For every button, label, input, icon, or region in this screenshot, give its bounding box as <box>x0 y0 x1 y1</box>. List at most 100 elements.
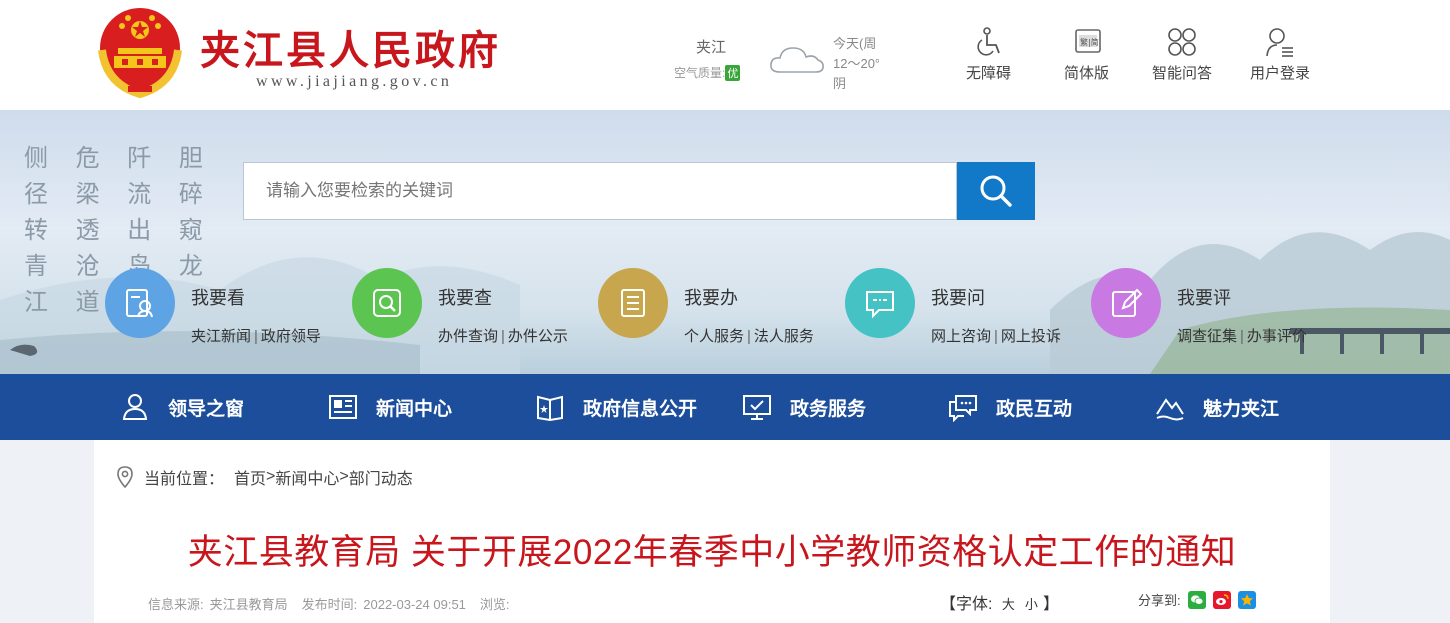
service-evaluate-links: 调查征集 | 办事评价 <box>1177 328 1307 345</box>
service-ask-title[interactable]: 我要问 <box>931 284 985 310</box>
service-link[interactable]: 办事评价 <box>1247 328 1307 345</box>
breadcrumb-separator: > <box>339 468 349 485</box>
handle-icon <box>621 289 645 317</box>
font-small-button[interactable]: 小 <box>1025 597 1038 612</box>
nav-item-label: 魅力夹江 <box>1203 398 1280 420</box>
nav-item-label: 政务服务 <box>790 398 867 420</box>
service-query-title[interactable]: 我要查 <box>438 284 492 310</box>
service-link[interactable]: 办件公示 <box>508 328 568 345</box>
charm-icon <box>1156 398 1184 421</box>
simplified-link[interactable]: 繁|简 简体版 <box>1064 26 1109 83</box>
service-link[interactable]: 网上咨询 <box>931 328 991 345</box>
nav-item-label: 新闻中心 <box>376 398 453 420</box>
breadcrumb-label: 当前位置： <box>144 471 225 488</box>
national-emblem-logo[interactable] <box>92 4 188 100</box>
air-quality-label: 空气质量: <box>674 66 726 80</box>
smart-qa-link[interactable]: 智能问答 <box>1152 26 1212 83</box>
service-handle-circle[interactable] <box>598 268 668 338</box>
news-icon <box>329 395 357 419</box>
wechat-icon <box>1190 594 1204 605</box>
search-icon <box>980 175 1012 207</box>
location-pin-icon <box>117 466 133 488</box>
service-link[interactable]: 夹江新闻 <box>191 328 251 345</box>
query-icon <box>373 289 401 317</box>
service-link[interactable]: 个人服务 <box>684 328 744 345</box>
smart-qa-label: 智能问答 <box>1152 65 1213 82</box>
user-login-label: 用户登录 <box>1250 65 1311 82</box>
service-link[interactable]: 政府领导 <box>261 328 321 345</box>
service-handle-links: 个人服务 | 法人服务 <box>684 328 814 345</box>
publish-date: 2022-03-24 09:51 <box>363 597 466 612</box>
qzone-icon <box>1240 593 1253 606</box>
air-quality-badge: 优 <box>725 65 741 81</box>
weather-day: 今天(周 <box>833 36 877 51</box>
site-title[interactable]: 夹江县人民政府 <box>200 18 501 76</box>
weather-city: 夹江 <box>696 39 727 56</box>
weibo-share-button[interactable] <box>1212 590 1231 609</box>
service-query-circle[interactable] <box>352 268 422 338</box>
site-url: www.jiajiang.gov.cn <box>256 73 453 90</box>
air-quality: 空气质量: 优 <box>674 64 741 81</box>
service-evaluate-circle[interactable] <box>1091 268 1161 338</box>
article-container: 当前位置： 首页 > 新闻中心 > 部门动态 夹江县教育局 关于开展2022年春季中小学… <box>94 440 1330 623</box>
service-read-circle[interactable] <box>105 268 175 338</box>
search-input[interactable] <box>243 162 957 220</box>
service-evaluate-title[interactable]: 我要评 <box>1177 284 1231 310</box>
weibo-icon <box>1215 593 1229 605</box>
service-ask-links: 网上咨询 | 网上投诉 <box>931 328 1061 345</box>
font-large-button[interactable]: 大 <box>1002 597 1015 612</box>
accessibility-icon <box>976 27 1000 56</box>
font-size-label: 【字体: <box>940 596 993 613</box>
poem-line: 径 梁 流 碎 <box>24 180 213 208</box>
nav-item-interaction[interactable]: 政民互动 <box>948 374 1072 440</box>
breadcrumb-news-center[interactable]: 新闻中心 <box>275 465 339 489</box>
svg-text:繁|简: 繁|简 <box>1080 37 1099 47</box>
site-header: 夹江县人民政府 www.jiajiang.gov.cn 夹江 空气质量: 优 今天… <box>0 0 1450 110</box>
poem-line: 侧 危 阡 胆 <box>24 144 213 172</box>
breadcrumb-home[interactable]: 首页 <box>234 465 266 489</box>
font-size-label-close: 】 <box>1042 596 1059 613</box>
service-handle-title[interactable]: 我要办 <box>684 284 738 310</box>
service-link[interactable]: 办件查询 <box>438 328 498 345</box>
leader-icon <box>122 394 148 420</box>
article-source: 夹江县教育局 <box>209 597 288 612</box>
interaction-icon <box>949 395 977 422</box>
main-nav: 领导之窗 新闻中心 政府信息公开 政务服务 政民互动 魅力夹江 <box>0 374 1450 440</box>
share-label: 分享到: <box>1138 593 1181 608</box>
banner: 侧 危 阡 胆径 梁 流 碎转 透 出 窥青 沧 岛 龙江 道 渴 我要看 夹江… <box>0 110 1450 374</box>
nav-item-info-disclosure[interactable]: 政府信息公开 <box>535 374 697 440</box>
views-label: 浏览: <box>479 597 510 612</box>
share-bar: 分享到: <box>1138 590 1256 609</box>
poem-line: 转 透 出 窥 <box>24 216 213 244</box>
breadcrumb: 当前位置： 首页 > 新闻中心 > 部门动态 <box>116 465 413 489</box>
gov-service-icon <box>743 395 771 420</box>
qzone-share-button[interactable] <box>1237 590 1256 609</box>
wechat-share-button[interactable] <box>1187 590 1206 609</box>
ask-icon <box>866 291 894 319</box>
date-label: 发布时间: <box>301 597 358 612</box>
service-read-title[interactable]: 我要看 <box>191 284 245 310</box>
service-link[interactable]: 网上投诉 <box>1001 328 1061 345</box>
weather-info: 今天(周 12～20° 阴 <box>833 34 879 94</box>
breadcrumb-dept-news[interactable]: 部门动态 <box>349 465 413 489</box>
source-label: 信息来源: <box>148 597 204 612</box>
nav-item-gov-service[interactable]: 政务服务 <box>742 374 866 440</box>
weather-condition: 阴 <box>833 76 847 91</box>
service-link[interactable]: 调查征集 <box>1177 328 1237 345</box>
accessibility-link[interactable]: 无障碍 <box>966 26 1011 83</box>
accessibility-label: 无障碍 <box>966 65 1012 82</box>
simplified-label: 简体版 <box>1064 65 1110 82</box>
service-ask-circle[interactable] <box>845 268 915 338</box>
user-login-link[interactable]: 用户登录 <box>1250 26 1310 83</box>
nav-item-label: 领导之窗 <box>168 398 245 420</box>
nav-item-charm[interactable]: 魅力夹江 <box>1155 374 1279 440</box>
breadcrumb-separator: > <box>266 468 276 485</box>
nav-item-news[interactable]: 新闻中心 <box>328 374 452 440</box>
service-link[interactable]: 法人服务 <box>754 328 814 345</box>
evaluate-icon <box>1112 288 1143 317</box>
user-login-icon <box>1266 28 1293 57</box>
nav-item-label: 政府信息公开 <box>583 398 698 420</box>
search-button[interactable] <box>957 162 1035 220</box>
nav-item-leader[interactable]: 领导之窗 <box>120 374 244 440</box>
service-query-links: 办件查询 | 办件公示 <box>438 328 568 345</box>
